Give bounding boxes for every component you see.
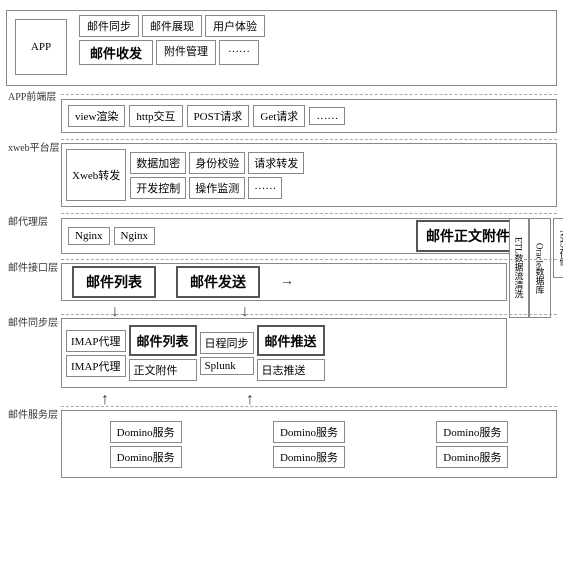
nas-storage-box: NAS存储 [553,218,563,278]
proxy-layer-block: Nginx Nginx 邮件正文附件 [61,218,527,254]
req-forward-box: 请求转发 [248,152,304,174]
xweb-more-box: …… [248,177,282,199]
main-diagram: APP 邮件同步 邮件展现 用户体验 邮件收发 [0,0,563,571]
http-box: http交互 [129,105,182,127]
dashed-separator-4 [61,259,557,260]
app-more-box: …… [219,40,259,65]
domino-2a: Domino服务 [273,421,345,443]
get-box: Get请求 [253,105,305,127]
mail-sync-label: 邮件同步层 [8,314,58,329]
proxy-layer-label: 邮代理层 [8,213,48,228]
dashed-separator-5 [61,314,557,315]
dashed-separator-2 [61,139,557,140]
auth-box: 身份校验 [189,152,245,174]
app-layer-block: APP 邮件同步 邮件展现 用户体验 邮件收发 [6,10,557,86]
service-col-1: Domino服务 Domino服务 [110,421,182,468]
nginx-box-1: Nginx [68,227,110,245]
dashed-separator-3 [61,213,557,214]
xweb-forward-box: Xweb转发 [66,149,126,201]
interface-arrow-right: → [280,274,294,290]
post-box: POST请求 [187,105,250,127]
splunk-box: Splunk [200,357,254,375]
mail-list-big-box: 邮件列表 [72,266,156,298]
view-render-box: view渲染 [68,105,125,127]
proxy-arrow-area: 邮件正文附件 [159,220,520,252]
mail-recv-box: 邮件收发 [79,40,153,65]
app-right-content: 邮件同步 邮件展现 用户体验 邮件收发 附件管理 [79,15,552,65]
service-col-2: Domino服务 Domino服务 [273,421,345,468]
imap-box-1: IMAP代理 [66,330,126,352]
mail-sync-layer-block: IMAP代理 IMAP代理 邮件列表 正文附件 日程同步 [61,318,507,388]
domino-1b: Domino服务 [110,446,182,468]
mail-display-box: 邮件展现 [142,15,202,37]
dashed-separator-6 [61,406,557,407]
mail-sync-box: 邮件同步 [79,15,139,37]
app-frontend-label: APP前端层 [8,88,56,103]
mail-interface-layer-block: 邮件列表 邮件发送 → [61,263,507,301]
log-push-box: 日志推送 [257,359,325,381]
oracle-db-box: Oracle数据库 [529,218,551,318]
app-row1: 邮件同步 邮件展现 用户体验 [79,15,552,37]
domino-2b: Domino服务 [273,446,345,468]
op-monitor-box: 操作监测 [189,177,245,199]
mail-service-label: 邮件服务层 [8,406,58,421]
service-col-3: Domino服务 Domino服务 [436,421,508,468]
schedule-sync-box: 日程同步 [200,332,254,354]
frontend-more-box: …… [309,107,345,125]
app-row2: 邮件收发 附件管理 …… [79,40,552,65]
nginx-box-2: Nginx [114,227,156,245]
domino-1a: Domino服务 [110,421,182,443]
app-label: APP [31,41,51,53]
mail-list-sync-box: 邮件列表 [129,325,197,356]
schedule-col: 日程同步 Splunk [200,332,254,375]
mail-service-layer-block: Domino服务 Domino服务 Domino服务 Domino服务 Domi… [61,410,557,478]
imap-col: IMAP代理 IMAP代理 [66,330,126,377]
push-col: 邮件推送 日志推送 [257,325,325,381]
dashed-separator-1 [61,94,557,95]
imap-box-2: IMAP代理 [66,355,126,377]
xweb-layer-label: xweb平台层 [8,139,60,154]
mail-list-col: 邮件列表 正文附件 [129,325,197,381]
user-exp-box: 用户体验 [205,15,265,37]
domino-3b: Domino服务 [436,446,508,468]
frontend-layer-block: view渲染 http交互 POST请求 Get请求 …… [61,99,557,133]
mail-interface-label: 邮件接口层 [8,259,58,274]
xweb-row2: 开发控制 操作监测 …… [130,177,552,199]
xweb-row1: 数据加密 身份校验 请求转发 [130,152,552,174]
xweb-layer-block: Xweb转发 数据加密 身份校验 请求转发 开发控制 [61,143,557,207]
mail-push-box: 邮件推送 [257,325,325,356]
mail-attachment-big-box: 邮件正文附件 [416,220,520,252]
domino-3a: Domino服务 [436,421,508,443]
body-attach-box: 正文附件 [129,359,197,381]
xweb-right-grid: 数据加密 身份校验 请求转发 开发控制 操作监测 [130,152,552,199]
app-box: APP [15,19,67,75]
attach-mgmt-box: 附件管理 [156,40,216,65]
data-encrypt-box: 数据加密 [130,152,186,174]
etl-box: ETL数据流清洗 [509,218,529,318]
mail-send-big-box: 邮件发送 [176,266,260,298]
dev-control-box: 开发控制 [130,177,186,199]
